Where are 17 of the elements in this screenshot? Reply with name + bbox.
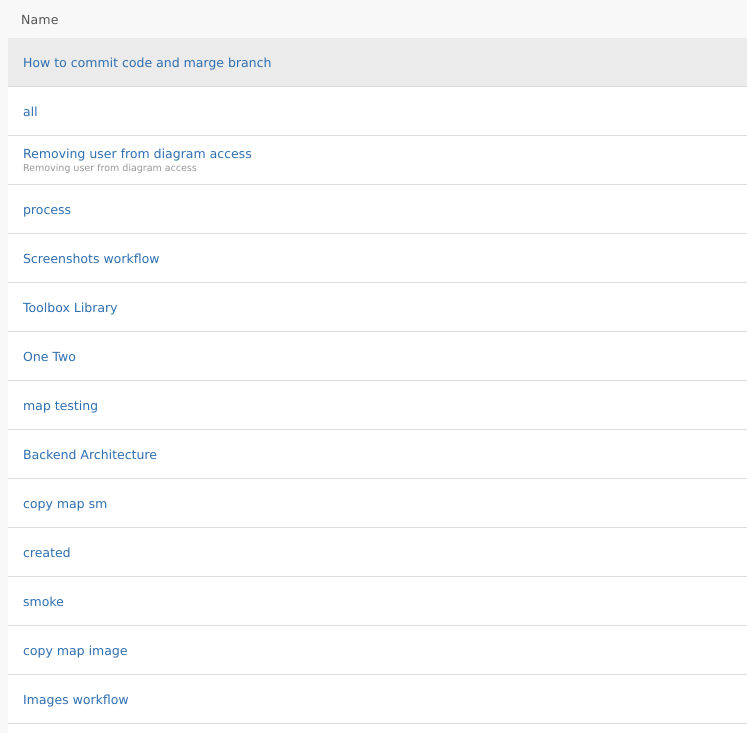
diagram-link[interactable]: smoke [23,594,64,608]
column-header: Name [21,12,59,26]
diagram-link[interactable]: Toolbox Library [23,300,118,314]
diagram-link[interactable]: created [23,544,71,560]
diagram-link[interactable]: copy map image [23,642,128,658]
diagram-link[interactable]: map testing [23,398,98,412]
diagram-link[interactable]: How to commit code and marge branch [23,54,272,70]
diagram-link[interactable]: Images workflow [23,692,129,706]
diagram-link[interactable]: Removing user from diagram access [23,146,252,161]
diagram-link[interactable]: Backend Architecture [23,446,157,462]
diagram-link[interactable]: One Two [23,348,76,364]
diagram-link[interactable]: copy map sm [23,496,108,510]
description-text: Removing user from diagram access [23,163,197,174]
table-row[interactable]: How to commit code and marge branch [8,38,747,87]
diagram-link[interactable]: Screenshots workflow [23,250,160,266]
diagram-link[interactable]: all [23,104,38,118]
diagram-link[interactable]: process [23,202,72,216]
